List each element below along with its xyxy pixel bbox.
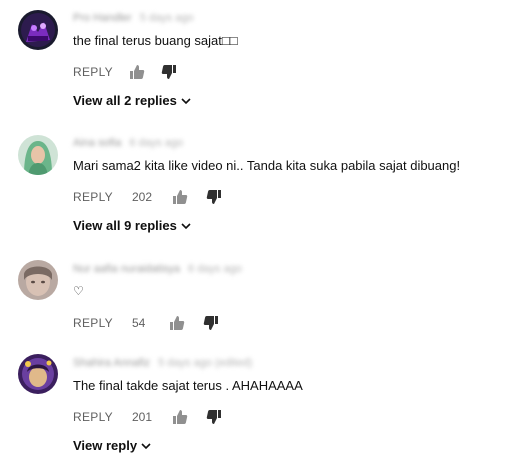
- comment-header: Pro Handler 5 days ago: [73, 11, 194, 25]
- like-count: 54: [131, 316, 146, 330]
- comment-actions: REPLY 202: [73, 187, 222, 207]
- face-avatar-icon: [18, 260, 58, 300]
- dislike-icon[interactable]: [206, 189, 222, 205]
- comment-text: ♡: [73, 284, 84, 298]
- comment-time[interactable]: 6 days ago: [188, 263, 242, 275]
- reply-button[interactable]: REPLY: [73, 316, 113, 330]
- author-name[interactable]: Shahira Annafiz: [73, 357, 150, 369]
- hijab-avatar-icon: [18, 135, 58, 175]
- comment-text: The final takde sajat terus . AHAHAAAA: [73, 378, 303, 393]
- view-replies-button[interactable]: View reply: [73, 438, 151, 453]
- chevron-down-icon: [141, 441, 151, 451]
- dislike-icon[interactable]: [206, 409, 222, 425]
- chevron-down-icon: [181, 221, 191, 231]
- comment-time[interactable]: 5 days ago: [140, 12, 194, 24]
- comment-actions: REPLY 54: [73, 313, 219, 333]
- like-icon[interactable]: [169, 315, 185, 331]
- like-icon[interactable]: [172, 409, 188, 425]
- avatar[interactable]: [18, 354, 58, 394]
- view-replies-label: View all 9 replies: [73, 218, 177, 233]
- comment-header: Aina sofia 6 days ago: [73, 136, 183, 150]
- comment-actions: REPLY 201: [73, 407, 222, 427]
- reply-button[interactable]: REPLY: [73, 65, 113, 79]
- reply-button[interactable]: REPLY: [73, 190, 113, 204]
- like-icon[interactable]: [172, 189, 188, 205]
- gamer-avatar-icon: [18, 10, 58, 50]
- view-replies-label: View all 2 replies: [73, 93, 177, 108]
- like-count: 201: [131, 410, 152, 424]
- reply-button[interactable]: REPLY: [73, 410, 113, 424]
- dislike-icon[interactable]: [161, 64, 177, 80]
- author-name[interactable]: Pro Handler: [73, 12, 132, 24]
- comment-text: the final terus buang sajat□□: [73, 33, 238, 48]
- dislike-icon[interactable]: [203, 315, 219, 331]
- comment-text: Mari sama2 kita like video ni.. Tanda ki…: [73, 158, 461, 173]
- comment-header: Nur aafia nuraidatisya 6 days ago: [73, 262, 242, 276]
- view-replies-label: View reply: [73, 438, 138, 453]
- like-icon[interactable]: [129, 64, 145, 80]
- comment-header: Shahira Annafiz 5 days ago (edited): [73, 356, 252, 370]
- avatar[interactable]: [18, 135, 58, 175]
- avatar[interactable]: [18, 260, 58, 300]
- view-replies-button[interactable]: View all 2 replies: [73, 93, 191, 108]
- comment-time[interactable]: 6 days ago: [129, 137, 183, 149]
- avatar[interactable]: [18, 10, 58, 50]
- comment-actions: REPLY: [73, 62, 177, 82]
- purple-avatar-icon: [18, 354, 58, 394]
- author-name[interactable]: Aina sofia: [73, 137, 121, 149]
- view-replies-button[interactable]: View all 9 replies: [73, 218, 191, 233]
- comment-time[interactable]: 5 days ago (edited): [158, 357, 252, 369]
- chevron-down-icon: [181, 96, 191, 106]
- author-name[interactable]: Nur aafia nuraidatisya: [73, 263, 180, 275]
- like-count: 202: [131, 190, 152, 204]
